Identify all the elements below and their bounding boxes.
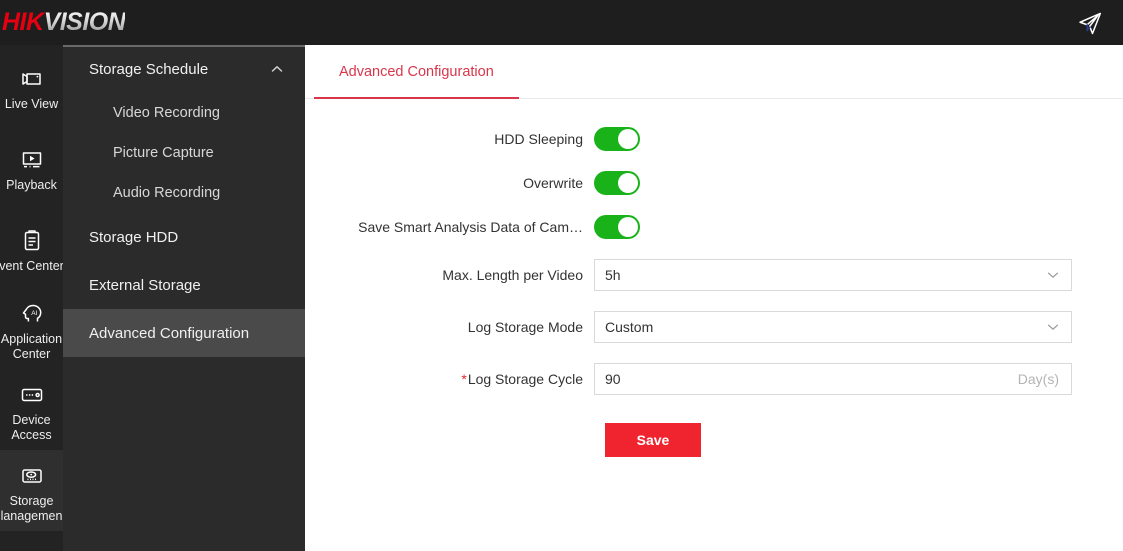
menu-item-picture-capture[interactable]: Picture Capture	[63, 133, 305, 173]
menu-item-audio-recording[interactable]: Audio Recording	[63, 173, 305, 213]
log-storage-mode-select[interactable]: Custom	[594, 311, 1072, 343]
menu-item-video-recording[interactable]: Video Recording	[63, 93, 305, 133]
logo-hik-text: HIK	[2, 8, 44, 36]
sidebar-item-application-center[interactable]: AI Application Center	[0, 288, 63, 369]
sidebar-item-device-access[interactable]: Device Access	[0, 369, 63, 450]
form-row-hdd-sleeping: HDD Sleeping	[305, 127, 1123, 151]
log-storage-cycle-label: *Log Storage Cycle	[305, 371, 594, 387]
log-storage-cycle-label-text: Log Storage Cycle	[468, 371, 583, 387]
sidebar-item-playback[interactable]: Playback	[0, 126, 63, 207]
menu-item-external-storage[interactable]: External Storage	[63, 261, 305, 309]
toggle-knob	[618, 217, 638, 237]
menu-item-label: Advanced Configuration	[89, 325, 249, 342]
primary-nav-rail: Live View Playback vent Center	[0, 45, 63, 551]
menu-item-label: Storage HDD	[89, 229, 178, 246]
main-content: Advanced Configuration HDD Sleeping Over…	[305, 45, 1123, 551]
hdd-sleeping-toggle[interactable]	[594, 127, 640, 151]
toggle-knob	[618, 129, 638, 149]
required-asterisk: *	[461, 371, 466, 387]
menu-item-storage-hdd[interactable]: Storage HDD	[63, 213, 305, 261]
save-smart-analysis-data-toggle[interactable]	[594, 215, 640, 239]
logo-vision-text: VISION	[44, 8, 126, 36]
form-row-log-storage-mode: Log Storage Mode Custom	[305, 311, 1123, 343]
hikvision-logo: HIKVISION	[2, 10, 125, 35]
save-smart-analysis-data-label: Save Smart Analysis Data of Cam…	[305, 219, 594, 235]
sidebar-item-label: vent Center	[0, 259, 63, 274]
menu-item-advanced-configuration[interactable]: Advanced Configuration	[63, 309, 305, 357]
form-row-max-length-per-video: Max. Length per Video 5h	[305, 259, 1123, 291]
sidebar-item-label: Live View	[5, 97, 58, 112]
log-storage-mode-label: Log Storage Mode	[305, 319, 594, 335]
menu-item-label: Video Recording	[113, 105, 220, 121]
paper-plane-icon[interactable]	[1077, 10, 1103, 36]
tab-bar: Advanced Configuration	[305, 45, 1123, 99]
tab-label: Advanced Configuration	[339, 64, 494, 80]
actions-spacer	[305, 423, 605, 457]
secondary-nav-panel: Storage Schedule Video Recording Picture…	[63, 45, 305, 551]
form-row-save-smart-analysis-data: Save Smart Analysis Data of Cam…	[305, 215, 1123, 239]
device-box-icon	[19, 382, 45, 408]
overwrite-toggle[interactable]	[594, 171, 640, 195]
advanced-configuration-form: HDD Sleeping Overwrite Save Smart Analys…	[305, 99, 1123, 457]
hdd-sleeping-label: HDD Sleeping	[305, 131, 594, 147]
chevron-down-icon[interactable]	[1046, 268, 1060, 282]
select-value: Custom	[595, 319, 1046, 335]
sidebar-item-label: Storage lanagemen	[0, 494, 63, 524]
svg-text:AI: AI	[31, 310, 37, 317]
sidebar-item-storage-management[interactable]: Storage lanagemen	[0, 450, 63, 531]
ai-head-icon: AI	[19, 301, 45, 327]
menu-group-storage-schedule[interactable]: Storage Schedule	[63, 45, 305, 93]
form-row-overwrite: Overwrite	[305, 171, 1123, 195]
hdd-icon	[19, 463, 45, 489]
log-storage-cycle-input[interactable]: 90 Day(s)	[594, 363, 1072, 395]
sidebar-item-label: Device Access	[0, 413, 63, 443]
form-row-log-storage-cycle: *Log Storage Cycle 90 Day(s)	[305, 363, 1123, 395]
camera-icon	[19, 66, 45, 92]
menu-group-label: Storage Schedule	[89, 61, 269, 78]
app-window: HIKVISION Live View	[0, 0, 1123, 551]
tab-advanced-configuration[interactable]: Advanced Configuration	[314, 45, 519, 98]
top-header-bar: HIKVISION	[0, 0, 1123, 45]
header-actions	[1077, 10, 1103, 36]
menu-item-label: Audio Recording	[113, 185, 220, 201]
menu-item-label: External Storage	[89, 277, 201, 294]
form-actions: Save	[305, 423, 1123, 457]
max-length-per-video-select[interactable]: 5h	[594, 259, 1072, 291]
toggle-knob	[618, 173, 638, 193]
sidebar-item-live-view[interactable]: Live View	[0, 45, 63, 126]
save-button[interactable]: Save	[605, 423, 701, 457]
chevron-up-icon[interactable]	[269, 61, 285, 77]
sidebar-item-event-center[interactable]: vent Center	[0, 207, 63, 288]
chevron-down-icon[interactable]	[1046, 320, 1060, 334]
sidebar-item-label: Application Center	[0, 332, 63, 362]
menu-item-label: Picture Capture	[113, 145, 214, 161]
max-length-per-video-label: Max. Length per Video	[305, 267, 594, 283]
play-screen-icon	[19, 147, 45, 173]
input-value: 90	[595, 371, 1018, 387]
sidebar-item-label: Playback	[6, 178, 57, 193]
input-unit-suffix: Day(s)	[1018, 371, 1071, 387]
overwrite-label: Overwrite	[305, 175, 594, 191]
select-value: 5h	[595, 267, 1046, 283]
clipboard-icon	[19, 228, 45, 254]
